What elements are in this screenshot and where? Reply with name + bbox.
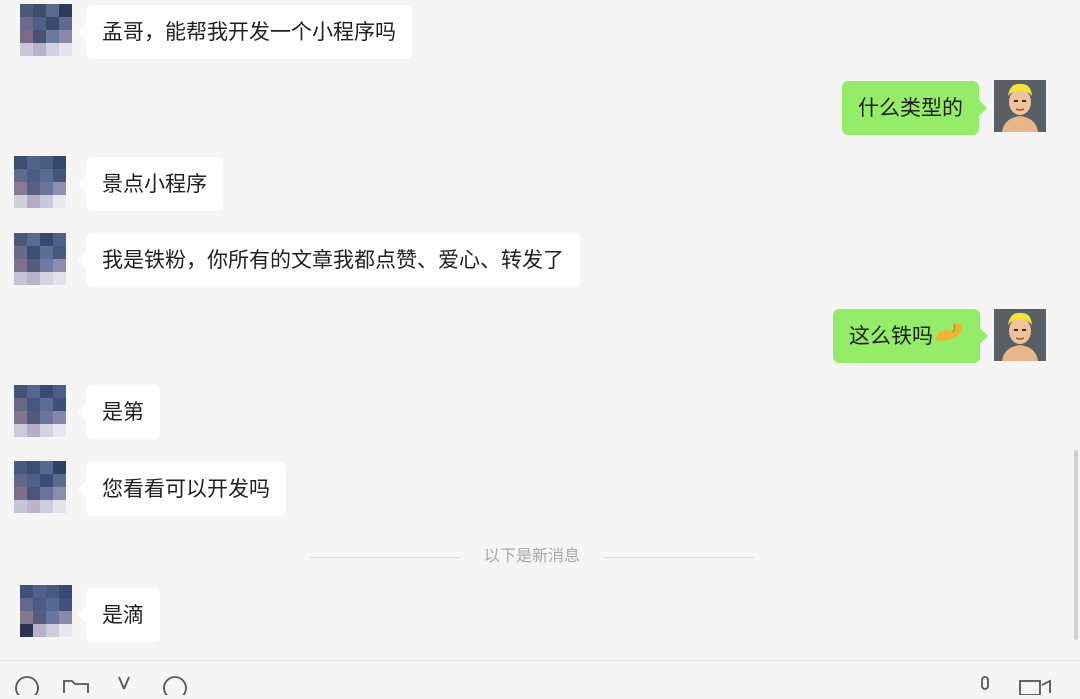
my-avatar[interactable] [994, 80, 1046, 132]
message-bubble[interactable]: 我是铁粉，你所有的文章我都点赞、爱心、转发了 [78, 233, 580, 287]
sender-avatar[interactable] [14, 233, 66, 285]
message-bubble[interactable]: 这么铁吗 [833, 309, 988, 364]
divider-text: 以下是新消息 [483, 546, 580, 565]
sender-avatar[interactable] [14, 461, 66, 513]
message-bubble[interactable]: 孟哥，能帮我开发一个小程序吗 [78, 5, 412, 59]
cartoon-avatar-icon [994, 80, 1046, 132]
my-avatar[interactable] [994, 309, 1046, 361]
chat-history-icon[interactable] [162, 675, 188, 699]
new-messages-divider: 以下是新消息 [310, 545, 754, 567]
strong-arm-emoji-icon [934, 310, 964, 364]
sender-avatar[interactable] [14, 385, 66, 437]
chat-area: 孟哥，能帮我开发一个小程序吗 什么类型的 景点小程序 我是铁粉，你所有的文章我都… [0, 0, 1080, 660]
folder-icon[interactable] [62, 675, 90, 699]
sender-avatar[interactable] [20, 585, 72, 637]
emoji-icon[interactable] [14, 675, 40, 699]
message-bubble[interactable]: 景点小程序 [78, 157, 223, 211]
divider-line [604, 557, 754, 558]
sender-avatar[interactable] [14, 156, 66, 208]
sender-avatar[interactable] [20, 4, 72, 56]
chat-scrollbar[interactable] [1074, 450, 1078, 640]
message-bubble[interactable]: 是滴 [78, 588, 160, 642]
scissors-icon[interactable] [114, 675, 134, 699]
cartoon-avatar-icon [994, 309, 1046, 361]
message-bubble[interactable]: 是第 [78, 385, 160, 439]
microphone-icon[interactable] [976, 675, 994, 699]
message-text: 这么铁吗 [849, 324, 933, 348]
input-toolbar [0, 660, 1080, 699]
video-call-icon[interactable] [1018, 675, 1052, 699]
message-bubble[interactable]: 什么类型的 [842, 81, 987, 135]
message-bubble[interactable]: 您看看可以开发吗 [78, 462, 286, 516]
